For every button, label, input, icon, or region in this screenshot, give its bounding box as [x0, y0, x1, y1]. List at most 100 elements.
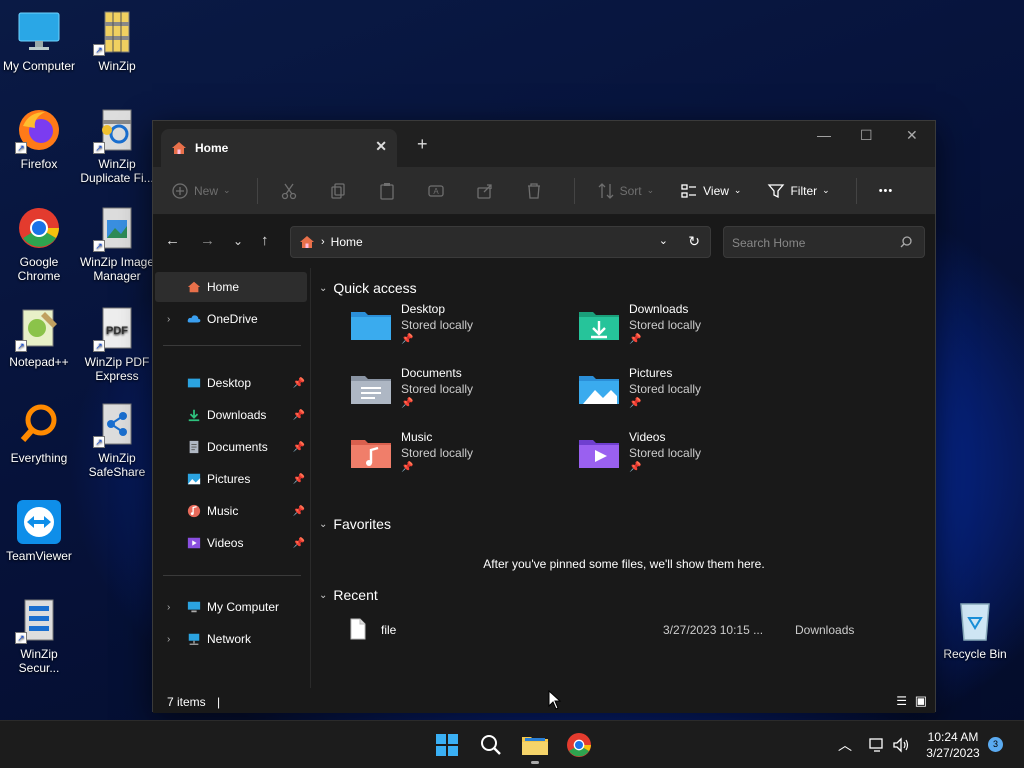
- recent-file-location: Downloads: [795, 623, 855, 637]
- up-arrow-icon[interactable]: ↑: [261, 232, 269, 249]
- notepadpp-icon: ↗: [15, 304, 63, 352]
- chevron-right-icon[interactable]: ›: [167, 634, 170, 645]
- back-arrow-icon[interactable]: ←: [165, 232, 180, 249]
- quick-access-status: Stored locally: [629, 318, 702, 332]
- quick-access-item-music[interactable]: Music Stored locally 📌: [349, 428, 569, 488]
- more-options-button[interactable]: •••: [879, 185, 894, 197]
- forward-arrow-icon[interactable]: →: [200, 232, 215, 249]
- pane-divider[interactable]: [310, 268, 311, 688]
- copy-button[interactable]: [329, 182, 352, 200]
- sidebar-item-documents[interactable]: Documents 📌: [155, 432, 307, 462]
- volume-icon[interactable]: [892, 736, 910, 754]
- tab-home[interactable]: Home ✕: [161, 129, 397, 167]
- pin-icon[interactable]: 📌: [293, 506, 305, 517]
- desktop-icon-teamviewer[interactable]: TeamViewer: [0, 498, 78, 563]
- sidebar-item-my-computer[interactable]: › My Computer: [155, 592, 307, 622]
- desktop-icon-everything[interactable]: Everything: [0, 400, 78, 465]
- documents-folder-icon: [351, 376, 391, 404]
- taskbar-chrome[interactable]: [563, 729, 595, 761]
- clock[interactable]: 10:24 AM 3/27/2023: [918, 729, 988, 761]
- view-icon: [681, 183, 697, 198]
- paste-button[interactable]: [378, 182, 401, 200]
- quick-access-item-videos[interactable]: Videos Stored locally 📌: [577, 428, 797, 488]
- desktop-icon-firefox[interactable]: ↗ Firefox: [0, 106, 78, 171]
- pin-icon[interactable]: 📌: [293, 474, 305, 485]
- maximize-button[interactable]: ☐: [860, 127, 873, 144]
- quick-access-item-pictures[interactable]: Pictures Stored locally 📌: [577, 364, 797, 424]
- favorites-header[interactable]: ⌄ Favorites: [319, 516, 391, 532]
- pin-icon[interactable]: 📌: [293, 538, 305, 549]
- recent-file-row[interactable]: file 3/27/2023 10:15 ... Downloads: [343, 614, 903, 644]
- music-folder-icon: [351, 440, 391, 468]
- breadcrumb[interactable]: Home: [331, 235, 363, 249]
- desktop-icon-my-computer[interactable]: My Computer: [0, 8, 78, 73]
- network-status-icon[interactable]: [868, 737, 886, 753]
- recent-header[interactable]: ⌄ Recent: [319, 587, 378, 603]
- pin-icon[interactable]: 📌: [293, 442, 305, 453]
- quick-access-item-documents[interactable]: Documents Stored locally 📌: [349, 364, 569, 424]
- quick-access-header[interactable]: ⌄ Quick access: [319, 280, 417, 296]
- desktop-icon-winzip-duplicate[interactable]: ↗ WinZip Duplicate Fi...: [78, 106, 156, 185]
- desktop-icon-winzip-image[interactable]: ↗ WinZip Image Manager: [78, 204, 156, 283]
- divider: [163, 575, 301, 576]
- start-button[interactable]: [431, 729, 463, 761]
- delete-button[interactable]: [525, 182, 548, 200]
- notification-badge[interactable]: 3: [988, 737, 1003, 752]
- close-tab-icon[interactable]: ✕: [375, 138, 387, 155]
- sidebar-item-onedrive[interactable]: › OneDrive: [155, 304, 307, 334]
- desktop-icon-winzip-secure[interactable]: ↗ WinZip Secur...: [0, 596, 78, 675]
- search-icon: [900, 236, 912, 248]
- desktop-icon-recycle-bin[interactable]: Recycle Bin: [936, 596, 1014, 661]
- desktop-icon-winzip-safeshare[interactable]: ↗ WinZip SafeShare: [78, 400, 156, 479]
- favorites-empty-message: After you've pinned some files, we'll sh…: [483, 557, 765, 571]
- minimize-button[interactable]: —: [817, 127, 831, 143]
- pin-icon: 📌: [401, 398, 414, 409]
- desktop-folder-icon: [187, 378, 201, 388]
- chevron-right-icon[interactable]: ›: [167, 602, 170, 613]
- sidebar-item-videos[interactable]: Videos 📌: [155, 528, 307, 558]
- taskbar-file-explorer[interactable]: [519, 729, 551, 764]
- sidebar-item-music[interactable]: Music 📌: [155, 496, 307, 526]
- share-button[interactable]: [476, 182, 499, 200]
- breadcrumb-separator-icon: ›: [321, 236, 325, 248]
- quick-access-item-downloads[interactable]: Downloads Stored locally 📌: [577, 300, 797, 360]
- sidebar-item-desktop[interactable]: Desktop 📌: [155, 368, 307, 398]
- recent-locations-chevron-icon[interactable]: ⌄: [233, 234, 243, 248]
- pin-icon[interactable]: 📌: [293, 378, 305, 389]
- filter-button[interactable]: Filter ⌄: [767, 182, 830, 200]
- sidebar-item-home[interactable]: Home: [155, 272, 307, 302]
- cut-button[interactable]: [280, 182, 303, 200]
- chevron-right-icon[interactable]: ›: [167, 314, 170, 325]
- pin-icon[interactable]: 📌: [293, 410, 305, 421]
- details-view-icon[interactable]: ☰: [896, 694, 907, 708]
- new-button[interactable]: New ⌄: [171, 182, 231, 200]
- quick-access-item-desktop[interactable]: Desktop Stored locally 📌: [349, 300, 569, 360]
- chevron-down-icon: ⌄: [319, 589, 328, 601]
- new-tab-button[interactable]: +: [417, 134, 428, 155]
- search-input[interactable]: Search Home: [723, 226, 925, 258]
- firefox-icon: ↗: [15, 106, 63, 154]
- desktop-icon-winzip[interactable]: ↗ WinZip: [78, 8, 156, 73]
- desktop-icon-chrome[interactable]: Google Chrome: [0, 204, 78, 283]
- plus-circle-icon: [172, 182, 188, 199]
- sidebar-item-network[interactable]: › Network: [155, 624, 307, 654]
- winzip-image-icon: ↗: [93, 204, 141, 252]
- home-icon: [172, 142, 186, 154]
- address-bar[interactable]: › Home ⌄ ↻: [290, 226, 711, 258]
- tiles-view-icon[interactable]: ▣: [915, 693, 927, 709]
- scissors-icon: [281, 183, 296, 199]
- desktop-icon-winzip-pdf[interactable]: PDF ↗ WinZip PDF Express: [78, 304, 156, 383]
- view-button[interactable]: View ⌄: [680, 182, 741, 200]
- taskbar-search-button[interactable]: [475, 729, 507, 761]
- sort-button[interactable]: Sort ⌄: [597, 182, 654, 200]
- command-bar: New ⌄ A Sort ⌄ View ⌄ Filter ⌄ •••: [153, 167, 935, 215]
- show-hidden-icons-chevron-icon[interactable]: ︿: [838, 735, 852, 755]
- address-dropdown-icon[interactable]: ⌄: [659, 234, 668, 247]
- refresh-icon[interactable]: ↻: [688, 233, 700, 250]
- desktop-icon-notepadpp[interactable]: ↗ Notepad++: [0, 304, 78, 369]
- close-window-button[interactable]: ✕: [906, 127, 918, 144]
- rename-button[interactable]: A: [427, 182, 450, 200]
- sidebar-item-downloads[interactable]: Downloads 📌: [155, 400, 307, 430]
- sidebar-item-pictures[interactable]: Pictures 📌: [155, 464, 307, 494]
- folder-icon: [522, 737, 548, 755]
